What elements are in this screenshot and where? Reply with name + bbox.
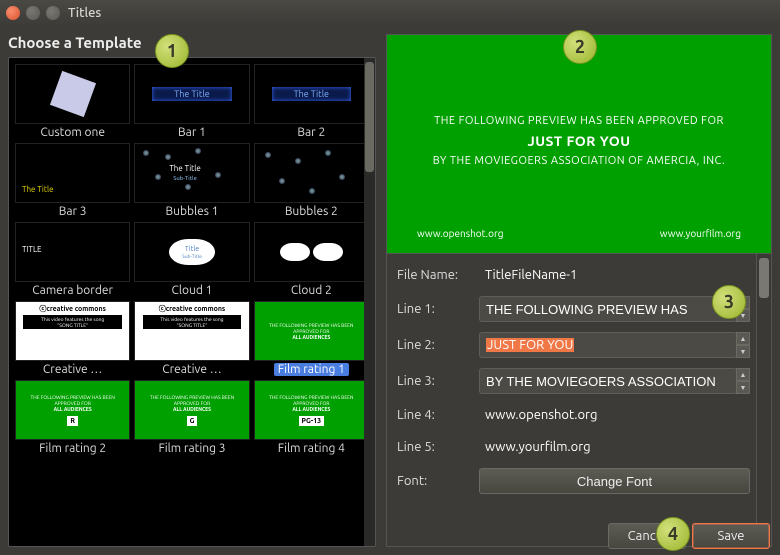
filename-label: File Name: bbox=[397, 268, 469, 282]
template-label: Creative … bbox=[137, 363, 247, 376]
stepper-down-icon[interactable]: ▼ bbox=[736, 345, 750, 358]
template-item[interactable]: THE FOLLOWING PREVIEW HAS BEEN APPROVED … bbox=[15, 380, 130, 455]
preview-line5: www.yourfilm.org bbox=[660, 228, 741, 239]
close-icon[interactable] bbox=[6, 6, 20, 20]
line4-label: Line 4: bbox=[397, 408, 469, 422]
line1-input[interactable] bbox=[479, 296, 737, 322]
template-scrollbar[interactable] bbox=[364, 58, 375, 546]
template-label: Bubbles 1 bbox=[137, 205, 247, 218]
callout-2: 2 bbox=[563, 30, 597, 64]
template-label: Bar 3 bbox=[18, 205, 128, 218]
template-label: Custom one bbox=[18, 126, 128, 139]
template-grid: Custom one The Title Bar 1 The Title Bar… bbox=[8, 57, 376, 547]
template-item[interactable]: Bubbles 2 bbox=[254, 143, 369, 218]
template-label: Creative … bbox=[18, 363, 128, 376]
line3-label: Line 3: bbox=[397, 374, 469, 388]
template-label: Film rating 1 bbox=[256, 363, 366, 376]
form-scrollbar[interactable] bbox=[756, 254, 771, 546]
template-label: Bar 1 bbox=[137, 126, 247, 139]
template-thumb: THE FOLLOWING PREVIEW HAS BEEN APPROVED … bbox=[134, 380, 249, 440]
template-label: Film rating 2 bbox=[18, 442, 128, 455]
template-item[interactable]: THE FOLLOWING PREVIEW HAS BEEN APPROVED … bbox=[254, 301, 369, 376]
line1-label: Line 1: bbox=[397, 302, 469, 316]
template-label: Camera border bbox=[18, 284, 128, 297]
preview-line4: www.openshot.org bbox=[417, 228, 504, 239]
preview-line2: JUST FOR YOU bbox=[387, 133, 771, 149]
window-buttons bbox=[6, 6, 60, 20]
template-thumb: The Title bbox=[134, 64, 249, 124]
template-thumb: TITLE bbox=[15, 222, 130, 282]
font-label: Font: bbox=[397, 474, 469, 488]
template-item[interactable]: THE FOLLOWING PREVIEW HAS BEEN APPROVED … bbox=[254, 380, 369, 455]
template-label: Film rating 4 bbox=[256, 442, 366, 455]
preview-line1: THE FOLLOWING PREVIEW HAS BEEN APPROVED … bbox=[387, 115, 771, 127]
title-preview: THE FOLLOWING PREVIEW HAS BEEN APPROVED … bbox=[386, 34, 772, 254]
template-item[interactable]: Cloud 2 bbox=[254, 222, 369, 297]
template-item[interactable]: Custom one bbox=[15, 64, 130, 139]
callout-4: 4 bbox=[656, 517, 690, 551]
template-thumb: THE FOLLOWING PREVIEW HAS BEEN APPROVED … bbox=[15, 380, 130, 440]
maximize-icon[interactable] bbox=[46, 6, 60, 20]
choose-template-heading: Choose a Template bbox=[8, 34, 376, 51]
line2-label: Line 2: bbox=[397, 338, 469, 352]
template-item[interactable]: The Title Bar 1 bbox=[134, 64, 249, 139]
template-item[interactable]: ⓒcreative commonsThis video features the… bbox=[15, 301, 130, 376]
template-label: Bar 2 bbox=[256, 126, 366, 139]
titlebar: Titles bbox=[0, 0, 780, 26]
template-item[interactable]: TITLE Camera border bbox=[15, 222, 130, 297]
callout-3: 3 bbox=[712, 285, 746, 319]
template-item[interactable]: ⓒcreative commonsThis video features the… bbox=[134, 301, 249, 376]
filename-value[interactable]: TitleFileName-1 bbox=[479, 264, 583, 286]
line3-stepper[interactable]: ▲▼ bbox=[736, 368, 750, 394]
callout-1: 1 bbox=[155, 34, 189, 68]
template-label: Bubbles 2 bbox=[256, 205, 366, 218]
template-label: Cloud 2 bbox=[256, 284, 366, 297]
save-button[interactable]: Save bbox=[692, 523, 770, 549]
template-thumb: The TitleSub-Title bbox=[134, 143, 249, 203]
template-thumb: ⓒcreative commonsThis video features the… bbox=[134, 301, 249, 361]
line3-input[interactable] bbox=[479, 368, 737, 394]
line2-input[interactable]: JUST FOR YOU bbox=[479, 332, 737, 358]
line4-value[interactable]: www.openshot.org bbox=[479, 404, 603, 426]
template-item[interactable]: THE FOLLOWING PREVIEW HAS BEEN APPROVED … bbox=[134, 380, 249, 455]
preview-line3: BY THE MOVIEGOERS ASSOCIATION OF AMERCIA… bbox=[387, 155, 771, 167]
template-thumb: The Title bbox=[15, 143, 130, 203]
minimize-icon[interactable] bbox=[26, 6, 40, 20]
template-item[interactable]: TitleSub-Title Cloud 1 bbox=[134, 222, 249, 297]
line5-value[interactable]: www.yourfilm.org bbox=[479, 436, 597, 458]
template-label: Film rating 3 bbox=[137, 442, 247, 455]
template-item[interactable]: The TitleSub-Title Bubbles 1 bbox=[134, 143, 249, 218]
template-thumb: THE FOLLOWING PREVIEW HAS BEEN APPROVED … bbox=[254, 301, 369, 361]
line5-label: Line 5: bbox=[397, 440, 469, 454]
template-thumb: The Title bbox=[254, 64, 369, 124]
template-label: Cloud 1 bbox=[137, 284, 247, 297]
template-item[interactable]: The Title Bar 3 bbox=[15, 143, 130, 218]
stepper-up-icon[interactable]: ▲ bbox=[736, 368, 750, 381]
stepper-down-icon[interactable]: ▼ bbox=[736, 381, 750, 394]
change-font-button[interactable]: Change Font bbox=[479, 468, 750, 494]
template-thumb bbox=[254, 222, 369, 282]
template-thumb: THE FOLLOWING PREVIEW HAS BEEN APPROVED … bbox=[254, 380, 369, 440]
template-thumb: ⓒcreative commonsThis video features the… bbox=[15, 301, 130, 361]
template-item[interactable]: The Title Bar 2 bbox=[254, 64, 369, 139]
stepper-up-icon[interactable]: ▲ bbox=[736, 332, 750, 345]
template-thumb: TitleSub-Title bbox=[134, 222, 249, 282]
window-title: Titles bbox=[68, 6, 101, 20]
template-thumb bbox=[254, 143, 369, 203]
template-thumb bbox=[15, 64, 130, 124]
line2-stepper[interactable]: ▲▼ bbox=[736, 332, 750, 358]
